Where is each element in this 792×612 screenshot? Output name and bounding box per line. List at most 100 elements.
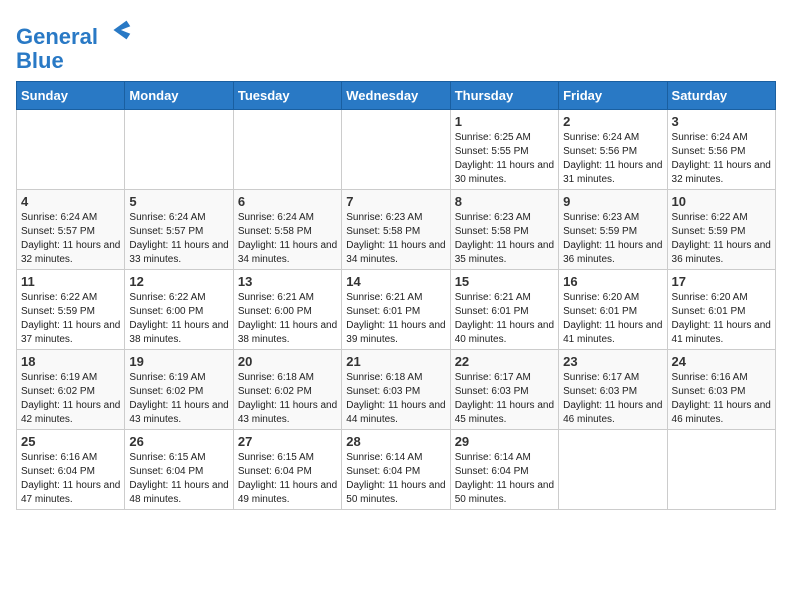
cell-sun-info: Sunrise: 6:19 AMSunset: 6:02 PMDaylight:… <box>129 371 228 427</box>
day-number: 7 <box>346 194 445 209</box>
calendar-cell: 25 Sunrise: 6:16 AMSunset: 6:04 PMDayligh… <box>17 430 125 510</box>
day-number: 27 <box>238 434 337 449</box>
logo-general: General <box>16 24 98 49</box>
day-number: 26 <box>129 434 228 449</box>
calendar-cell: 3 Sunrise: 6:24 AMSunset: 5:56 PMDaylight… <box>667 110 775 190</box>
cell-sun-info: Sunrise: 6:23 AMSunset: 5:58 PMDaylight:… <box>346 211 445 267</box>
calendar-cell: 5 Sunrise: 6:24 AMSunset: 5:57 PMDaylight… <box>125 190 233 270</box>
calendar-cell: 24 Sunrise: 6:16 AMSunset: 6:03 PMDayligh… <box>667 350 775 430</box>
day-number: 18 <box>21 354 120 369</box>
cell-sun-info: Sunrise: 6:22 AMSunset: 5:59 PMDaylight:… <box>672 211 771 267</box>
day-number: 4 <box>21 194 120 209</box>
cell-sun-info: Sunrise: 6:22 AMSunset: 5:59 PMDaylight:… <box>21 291 120 347</box>
col-header-wednesday: Wednesday <box>342 82 450 110</box>
cell-sun-info: Sunrise: 6:15 AMSunset: 6:04 PMDaylight:… <box>129 451 228 507</box>
cell-sun-info: Sunrise: 6:23 AMSunset: 5:58 PMDaylight:… <box>455 211 554 267</box>
calendar-cell: 28 Sunrise: 6:14 AMSunset: 6:04 PMDayligh… <box>342 430 450 510</box>
calendar-cell: 19 Sunrise: 6:19 AMSunset: 6:02 PMDayligh… <box>125 350 233 430</box>
calendar-cell: 13 Sunrise: 6:21 AMSunset: 6:00 PMDayligh… <box>233 270 341 350</box>
calendar-week-row: 11 Sunrise: 6:22 AMSunset: 5:59 PMDayligh… <box>17 270 776 350</box>
cell-sun-info: Sunrise: 6:20 AMSunset: 6:01 PMDaylight:… <box>672 291 771 347</box>
calendar-cell: 16 Sunrise: 6:20 AMSunset: 6:01 PMDayligh… <box>559 270 667 350</box>
day-number: 28 <box>346 434 445 449</box>
day-number: 8 <box>455 194 554 209</box>
day-number: 3 <box>672 114 771 129</box>
calendar-cell: 26 Sunrise: 6:15 AMSunset: 6:04 PMDayligh… <box>125 430 233 510</box>
day-number: 25 <box>21 434 120 449</box>
day-number: 14 <box>346 274 445 289</box>
col-header-friday: Friday <box>559 82 667 110</box>
cell-sun-info: Sunrise: 6:18 AMSunset: 6:02 PMDaylight:… <box>238 371 337 427</box>
calendar-cell <box>559 430 667 510</box>
cell-sun-info: Sunrise: 6:24 AMSunset: 5:57 PMDaylight:… <box>129 211 228 267</box>
calendar-cell: 22 Sunrise: 6:17 AMSunset: 6:03 PMDayligh… <box>450 350 558 430</box>
calendar-cell: 12Sunrise: 6:22 AMSunset: 6:00 PMDayligh… <box>125 270 233 350</box>
calendar-cell <box>125 110 233 190</box>
calendar-cell <box>17 110 125 190</box>
cell-sun-info: Sunrise: 6:17 AMSunset: 6:03 PMDaylight:… <box>455 371 554 427</box>
calendar-cell: 2Sunrise: 6:24 AMSunset: 5:56 PMDaylight… <box>559 110 667 190</box>
col-header-saturday: Saturday <box>667 82 775 110</box>
cell-sun-info: Sunrise: 6:21 AMSunset: 6:00 PMDaylight:… <box>238 291 337 347</box>
cell-sun-info: Sunrise: 6:20 AMSunset: 6:01 PMDaylight:… <box>563 291 662 347</box>
cell-sun-info: Sunrise: 6:16 AMSunset: 6:04 PMDaylight:… <box>21 451 120 507</box>
cell-sun-info: Sunrise: 6:23 AMSunset: 5:59 PMDaylight:… <box>563 211 662 267</box>
cell-sun-info: Sunrise: 6:15 AMSunset: 6:04 PMDaylight:… <box>238 451 337 507</box>
calendar-cell: 14Sunrise: 6:21 AMSunset: 6:01 PMDayligh… <box>342 270 450 350</box>
cell-sun-info: Sunrise: 6:14 AMSunset: 6:04 PMDaylight:… <box>346 451 445 507</box>
day-number: 1 <box>455 114 554 129</box>
day-number: 15 <box>455 274 554 289</box>
day-number: 21 <box>346 354 445 369</box>
calendar-cell: 23Sunrise: 6:17 AMSunset: 6:03 PMDayligh… <box>559 350 667 430</box>
calendar-cell: 15 Sunrise: 6:21 AMSunset: 6:01 PMDayligh… <box>450 270 558 350</box>
calendar-cell: 21 Sunrise: 6:18 AMSunset: 6:03 PMDayligh… <box>342 350 450 430</box>
calendar-week-row: 1 Sunrise: 6:25 AMSunset: 5:55 PMDaylight… <box>17 110 776 190</box>
day-number: 6 <box>238 194 337 209</box>
cell-sun-info: Sunrise: 6:21 AMSunset: 6:01 PMDaylight:… <box>455 291 554 347</box>
calendar-cell: 4 Sunrise: 6:24 AMSunset: 5:57 PMDaylight… <box>17 190 125 270</box>
cell-sun-info: Sunrise: 6:24 AMSunset: 5:56 PMDaylight:… <box>672 131 771 187</box>
logo-blue: Blue <box>16 48 64 73</box>
calendar-cell <box>667 430 775 510</box>
day-number: 16 <box>563 274 662 289</box>
day-number: 24 <box>672 354 771 369</box>
day-number: 29 <box>455 434 554 449</box>
cell-sun-info: Sunrise: 6:14 AMSunset: 6:04 PMDaylight:… <box>455 451 554 507</box>
calendar-cell: 8 Sunrise: 6:23 AMSunset: 5:58 PMDaylight… <box>450 190 558 270</box>
cell-sun-info: Sunrise: 6:24 AMSunset: 5:56 PMDaylight:… <box>563 131 662 187</box>
day-number: 19 <box>129 354 228 369</box>
logo-bird-icon <box>106 16 134 44</box>
cell-sun-info: Sunrise: 6:24 AMSunset: 5:57 PMDaylight:… <box>21 211 120 267</box>
day-number: 17 <box>672 274 771 289</box>
col-header-thursday: Thursday <box>450 82 558 110</box>
calendar-cell: 9 Sunrise: 6:23 AMSunset: 5:59 PMDaylight… <box>559 190 667 270</box>
day-number: 23 <box>563 354 662 369</box>
col-header-sunday: Sunday <box>17 82 125 110</box>
day-number: 12 <box>129 274 228 289</box>
calendar-cell: 29 Sunrise: 6:14 AMSunset: 6:04 PMDayligh… <box>450 430 558 510</box>
page-header: General Blue <box>16 16 776 73</box>
col-header-tuesday: Tuesday <box>233 82 341 110</box>
calendar-week-row: 25 Sunrise: 6:16 AMSunset: 6:04 PMDayligh… <box>17 430 776 510</box>
logo: General Blue <box>16 20 134 73</box>
calendar-week-row: 4 Sunrise: 6:24 AMSunset: 5:57 PMDaylight… <box>17 190 776 270</box>
day-number: 11 <box>21 274 120 289</box>
day-number: 13 <box>238 274 337 289</box>
calendar-week-row: 18 Sunrise: 6:19 AMSunset: 6:02 PMDayligh… <box>17 350 776 430</box>
cell-sun-info: Sunrise: 6:25 AMSunset: 5:55 PMDaylight:… <box>455 131 554 187</box>
cell-sun-info: Sunrise: 6:19 AMSunset: 6:02 PMDaylight:… <box>21 371 120 427</box>
day-number: 10 <box>672 194 771 209</box>
calendar-cell <box>233 110 341 190</box>
day-number: 9 <box>563 194 662 209</box>
day-number: 22 <box>455 354 554 369</box>
calendar-cell: 27 Sunrise: 6:15 AMSunset: 6:04 PMDayligh… <box>233 430 341 510</box>
cell-sun-info: Sunrise: 6:16 AMSunset: 6:03 PMDaylight:… <box>672 371 771 427</box>
calendar-cell: 7 Sunrise: 6:23 AMSunset: 5:58 PMDaylight… <box>342 190 450 270</box>
calendar-header-row: SundayMondayTuesdayWednesdayThursdayFrid… <box>17 82 776 110</box>
cell-sun-info: Sunrise: 6:18 AMSunset: 6:03 PMDaylight:… <box>346 371 445 427</box>
calendar-cell: 20Sunrise: 6:18 AMSunset: 6:02 PMDayligh… <box>233 350 341 430</box>
calendar-cell <box>342 110 450 190</box>
calendar-cell: 11 Sunrise: 6:22 AMSunset: 5:59 PMDayligh… <box>17 270 125 350</box>
col-header-monday: Monday <box>125 82 233 110</box>
day-number: 5 <box>129 194 228 209</box>
